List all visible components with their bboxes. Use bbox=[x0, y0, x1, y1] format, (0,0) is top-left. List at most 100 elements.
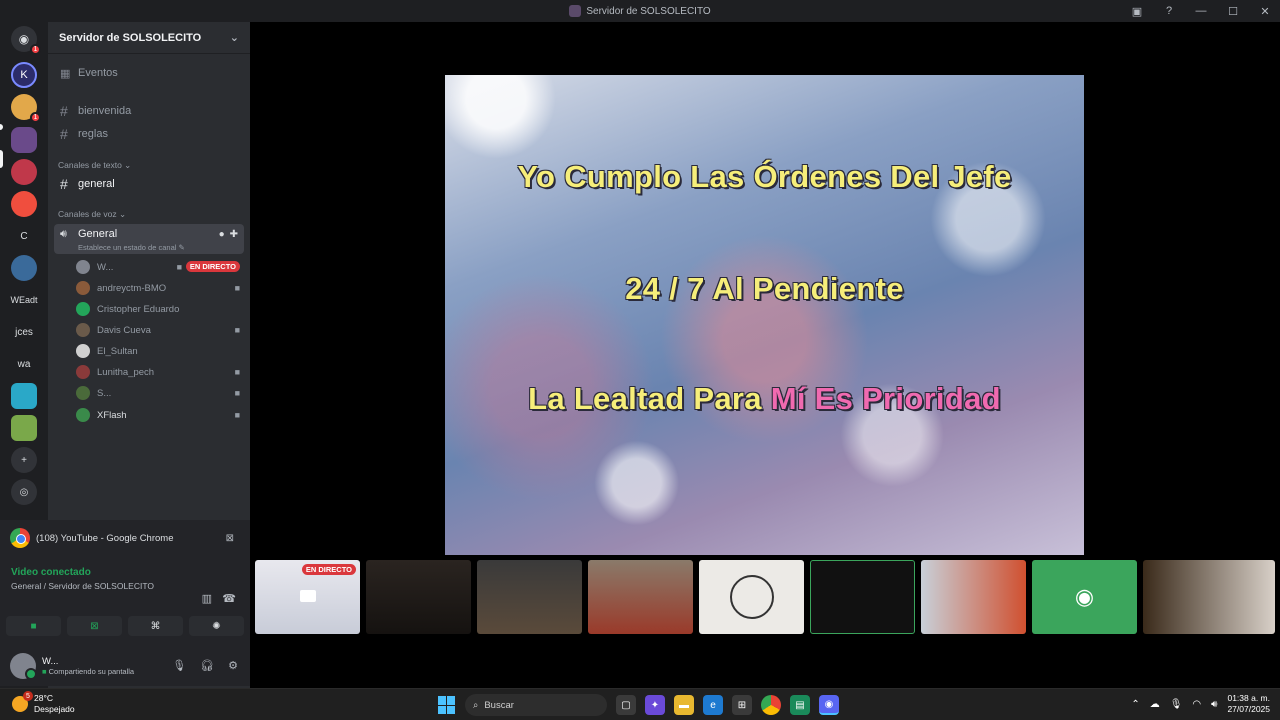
signal-icon[interactable]: ▥ bbox=[202, 592, 212, 605]
microphone-icon[interactable]: 🎙︎ bbox=[1170, 699, 1183, 710]
voice-connected-label[interactable]: Video conectado bbox=[11, 567, 91, 578]
maximize-icon[interactable]: ☐ bbox=[1226, 5, 1240, 18]
server-icon[interactable] bbox=[11, 191, 37, 217]
file-explorer-icon[interactable]: ▬ bbox=[674, 695, 694, 715]
activities-button[interactable]: ⌘ bbox=[128, 616, 183, 636]
server-icon[interactable] bbox=[11, 415, 37, 441]
start-button[interactable] bbox=[438, 696, 456, 714]
chevron-down-icon: ⌄ bbox=[229, 32, 239, 44]
participant-tile[interactable] bbox=[921, 560, 1026, 634]
title-bar: Servidor de SOLSOLECITO ▣ ? — ☐ ✕ bbox=[0, 0, 1280, 22]
discover-icon[interactable]: ◎ bbox=[11, 479, 37, 505]
voice-user[interactable]: Lunitha_pech ■ bbox=[76, 362, 240, 382]
participant-tile[interactable]: ◉ bbox=[1032, 560, 1137, 634]
headphones-icon[interactable]: 🎧︎ bbox=[200, 659, 214, 672]
participant-tile-speaking[interactable] bbox=[810, 560, 915, 634]
whatsapp-icon[interactable]: ▤ bbox=[790, 695, 810, 715]
camera-icon: ■ bbox=[234, 410, 240, 420]
wifi-icon[interactable]: ◠ bbox=[1192, 699, 1201, 710]
screen-share-icon: ⊠ bbox=[90, 620, 99, 632]
server-icon[interactable] bbox=[11, 255, 37, 281]
voice-user[interactable]: Davis Cueva ■ bbox=[76, 320, 240, 340]
participant-tile[interactable] bbox=[588, 560, 693, 634]
disconnect-icon[interactable]: ☎ bbox=[222, 592, 236, 605]
close-icon[interactable]: ✕ bbox=[1258, 5, 1272, 18]
voice-category[interactable]: Canales de voz ⌄ bbox=[58, 209, 126, 220]
edge-icon[interactable]: e bbox=[703, 695, 723, 715]
notification-badge: 1 bbox=[30, 44, 41, 55]
weather-icon: 5 bbox=[12, 691, 33, 712]
weather-temp: 28°C bbox=[34, 693, 53, 703]
inbox-icon[interactable]: ▣ bbox=[1130, 5, 1144, 18]
server-icon-active[interactable] bbox=[11, 127, 37, 153]
server-icon[interactable] bbox=[11, 383, 37, 409]
voice-user[interactable]: andreyctm-BMO ■ bbox=[76, 278, 240, 298]
discord-icon[interactable]: ◉ bbox=[819, 695, 839, 715]
weather-desc: Despejado bbox=[34, 704, 75, 714]
help-icon[interactable]: ? bbox=[1162, 5, 1176, 17]
search-placeholder: Buscar bbox=[484, 699, 514, 711]
avatar bbox=[76, 408, 90, 422]
channel-general[interactable]: # general bbox=[56, 174, 242, 194]
voice-user[interactable]: XFlash ■ bbox=[76, 405, 240, 425]
participant-tile[interactable] bbox=[699, 560, 804, 634]
close-activity-icon[interactable]: ⊠ bbox=[226, 533, 234, 544]
invite-icon[interactable]: ✚ bbox=[230, 229, 238, 240]
camera-icon: ■ bbox=[234, 325, 240, 335]
channel-status[interactable]: Establece un estado de canal ✎ bbox=[78, 243, 185, 252]
chat-icon[interactable]: ● bbox=[219, 229, 225, 240]
participant-tile[interactable]: EN DIRECTO bbox=[255, 560, 360, 634]
avatar bbox=[76, 302, 90, 316]
participant-tile[interactable] bbox=[477, 560, 582, 634]
server-icon[interactable]: 1 bbox=[11, 94, 41, 123]
server-header[interactable]: Servidor de SOLSOLECITO ⌄ bbox=[48, 22, 250, 54]
minimize-icon[interactable]: — bbox=[1194, 5, 1208, 17]
chrome-icon[interactable] bbox=[761, 695, 781, 715]
events-item[interactable]: ▦ Eventos bbox=[56, 63, 242, 83]
volume-icon[interactable]: 🔊︎ bbox=[1211, 699, 1217, 710]
add-server-icon[interactable]: + bbox=[11, 447, 37, 473]
store-icon[interactable]: ⊞ bbox=[732, 695, 752, 715]
server-icon[interactable]: K bbox=[11, 62, 37, 88]
avatar[interactable] bbox=[10, 653, 37, 680]
voice-user[interactable]: El_Sultan bbox=[76, 341, 240, 361]
weather-widget[interactable]: 5 28°C Despejado bbox=[12, 691, 75, 715]
server-icon[interactable]: WEadt bbox=[8, 287, 40, 313]
soundboard-button[interactable]: ✺ bbox=[189, 616, 244, 636]
camera-icon: ■ bbox=[234, 388, 240, 398]
chevron-up-icon[interactable]: ⌃ bbox=[1131, 699, 1139, 710]
screen-share-video[interactable]: Yo Cumplo Las Órdenes Del Jefe 24 / 7 Al… bbox=[445, 75, 1084, 555]
voice-user[interactable]: Cristopher Eduardo bbox=[76, 299, 240, 319]
settings-icon[interactable]: ⚙ bbox=[228, 659, 238, 672]
user-bar: W... ■ Compartiendo su pantalla 🎙︎ 🎧︎ ⚙ bbox=[0, 646, 250, 686]
screen-share-button[interactable]: ⊠ bbox=[67, 616, 122, 636]
channel-reglas[interactable]: # reglas bbox=[56, 124, 242, 144]
voice-user[interactable]: W... ■ EN DIRECTO bbox=[76, 257, 240, 277]
text-category[interactable]: Canales de texto ⌄ bbox=[58, 160, 131, 171]
search-box[interactable]: ⌕ Buscar bbox=[465, 694, 607, 716]
voice-user[interactable]: S... ■ bbox=[76, 383, 240, 403]
user-name: S... bbox=[97, 387, 112, 399]
voice-channel-name: General bbox=[78, 228, 118, 240]
copilot-icon[interactable]: ✦ bbox=[645, 695, 665, 715]
activity-row[interactable]: (108) YouTube - Google Chrome ⊠ bbox=[0, 520, 250, 556]
camera-button[interactable]: ■ bbox=[6, 616, 61, 636]
server-icon[interactable]: wa bbox=[11, 351, 37, 377]
onedrive-icon[interactable]: ☁ bbox=[1150, 699, 1160, 710]
direct-messages-button[interactable]: ◉ 1 bbox=[11, 26, 41, 55]
participant-tile[interactable] bbox=[366, 560, 471, 634]
channel-bienvenida[interactable]: # bienvenida bbox=[56, 101, 242, 121]
search-icon: ⌕ bbox=[473, 699, 479, 711]
server-icon[interactable] bbox=[11, 159, 37, 185]
voice-location[interactable]: General / Servidor de SOLSOLECITO bbox=[11, 581, 154, 591]
user-name: Lunitha_pech bbox=[97, 366, 155, 378]
task-view-icon[interactable]: ▢ bbox=[616, 695, 636, 715]
server-icon[interactable]: jces bbox=[11, 319, 37, 345]
server-icon[interactable]: C bbox=[11, 223, 37, 249]
clock[interactable]: 01:38 a. m. 27/07/2025 bbox=[1227, 693, 1270, 715]
user-name: W... bbox=[97, 261, 114, 273]
microphone-icon[interactable]: 🎙︎ bbox=[172, 659, 186, 672]
voice-channel-general[interactable]: 🔊︎ General Establece un estado de canal … bbox=[54, 224, 244, 254]
participant-tile[interactable] bbox=[1143, 560, 1275, 634]
camera-icon: ■ bbox=[234, 283, 240, 293]
